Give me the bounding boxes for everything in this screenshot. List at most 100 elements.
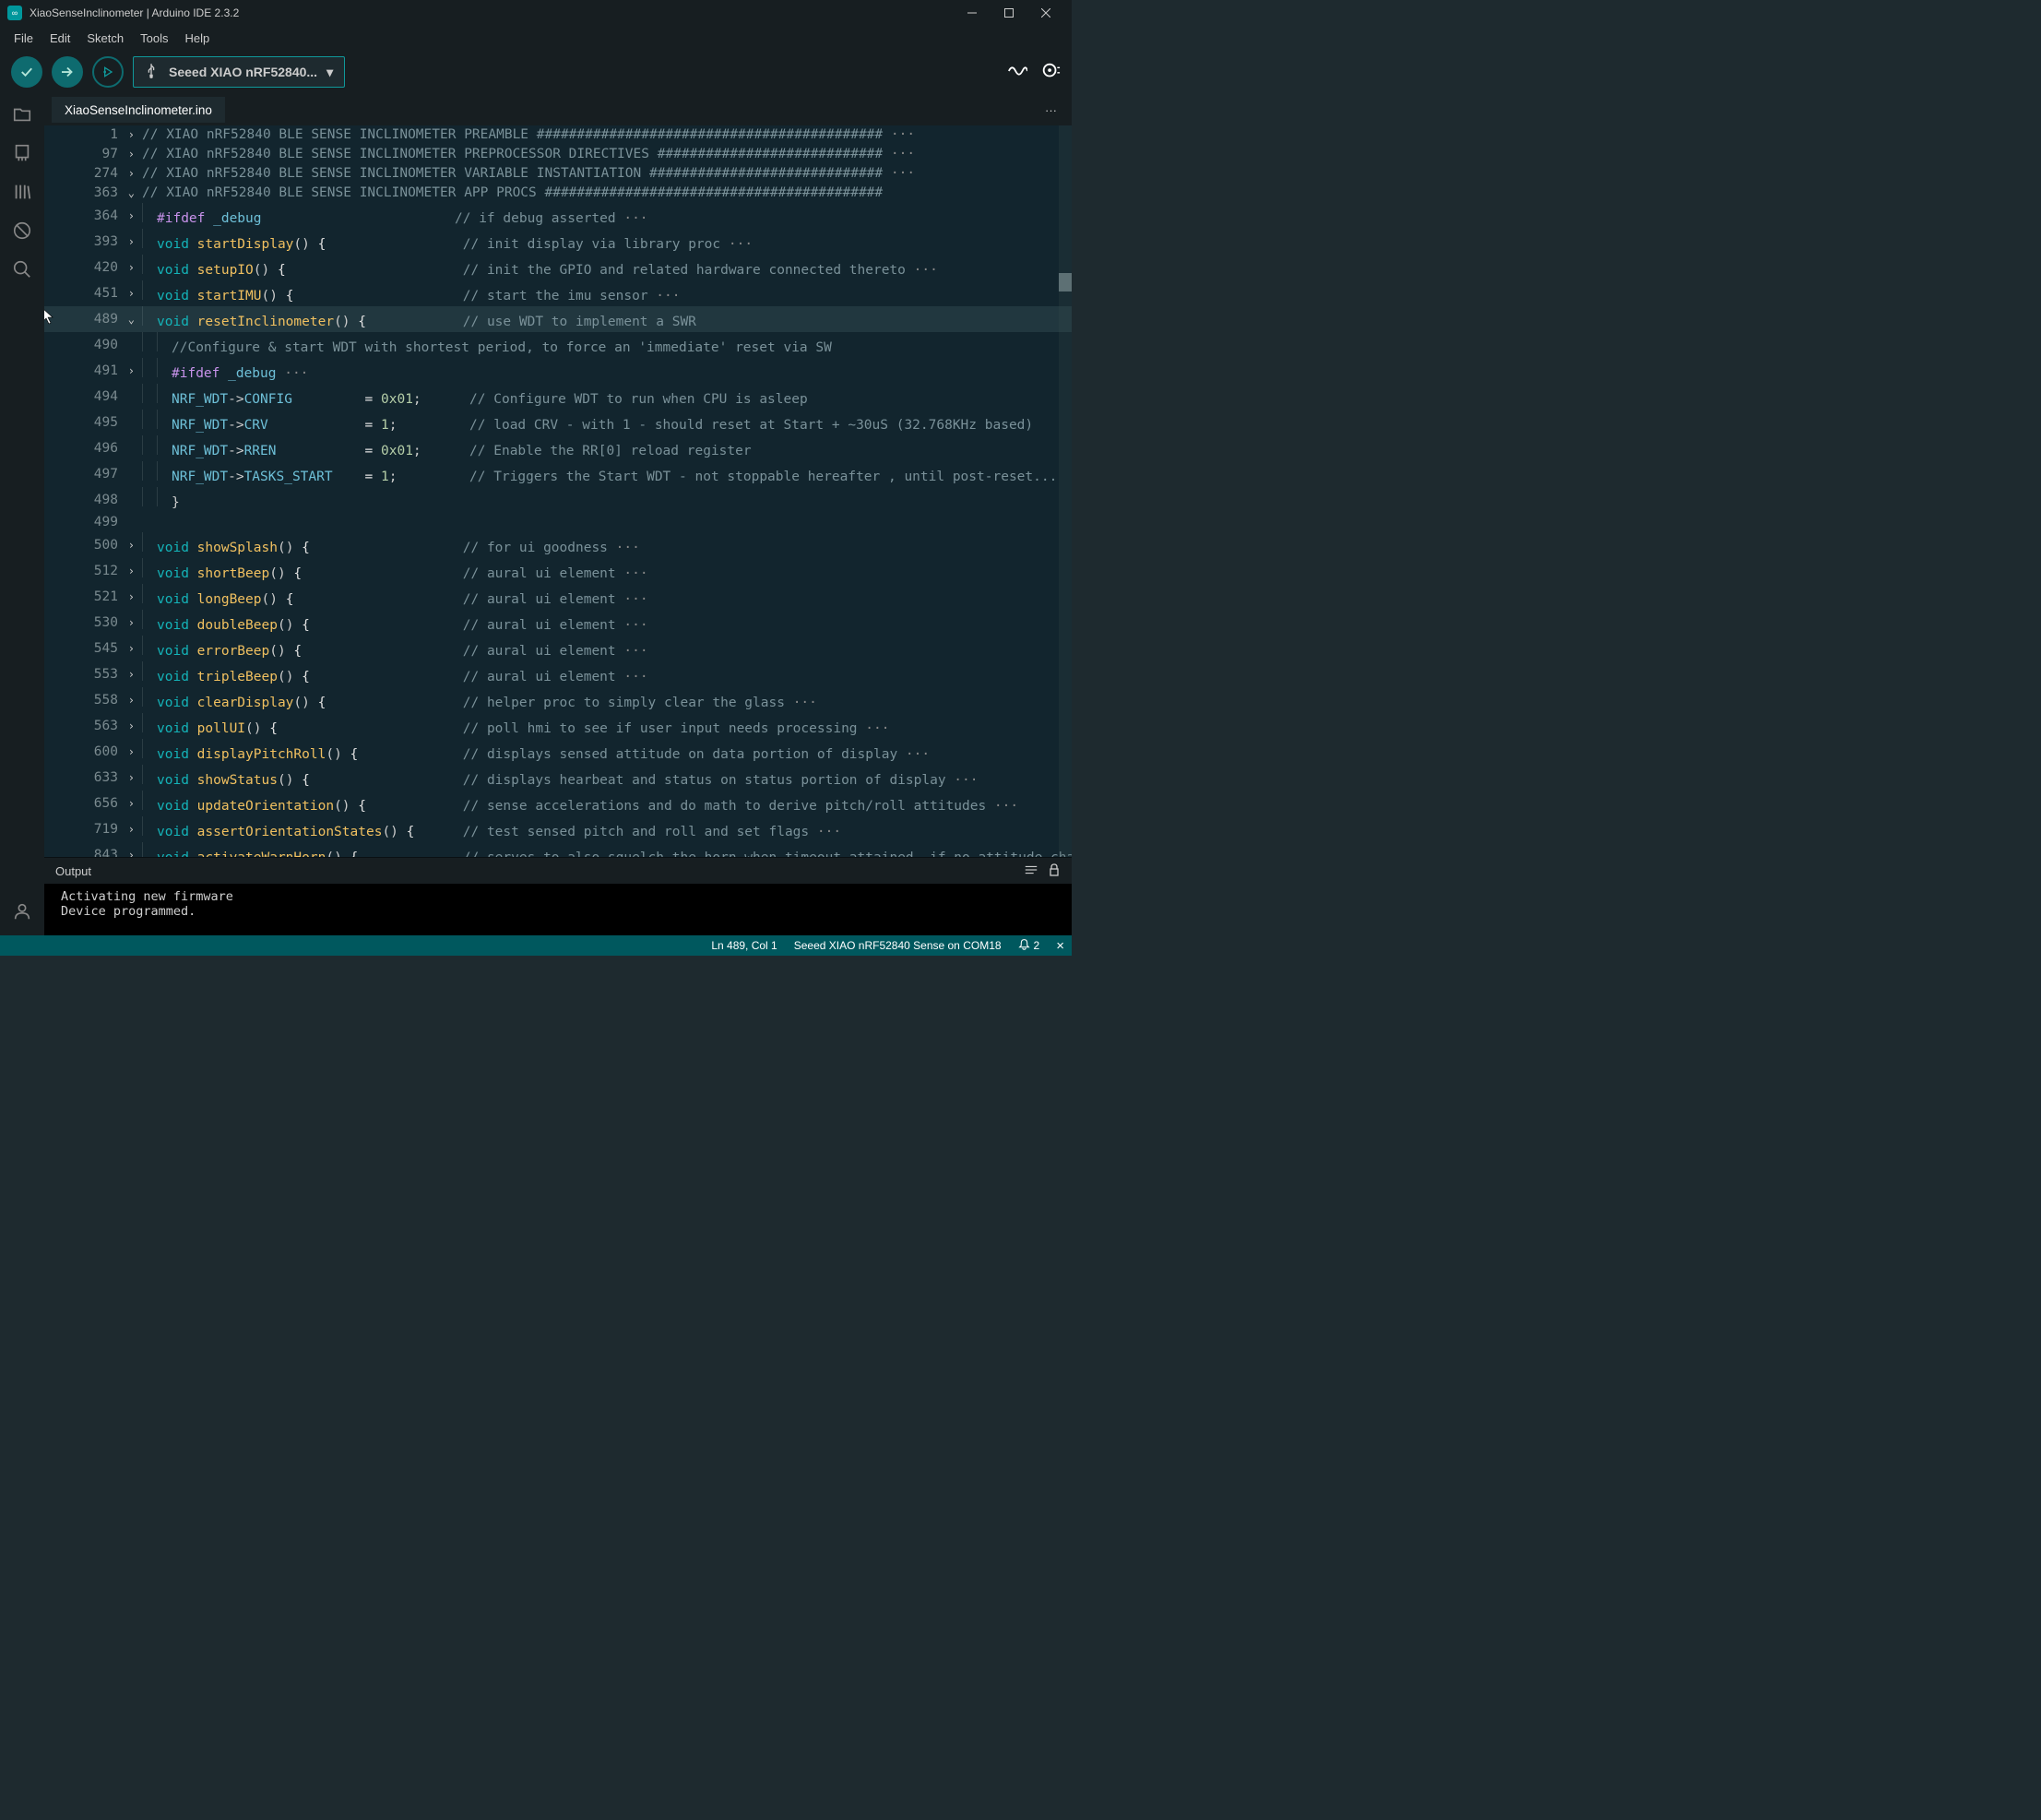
code-line[interactable]: 521›void longBeep() { // aural ui elemen… bbox=[44, 584, 1072, 610]
minimap[interactable] bbox=[1059, 125, 1072, 857]
statusbar: Ln 489, Col 1 Seeed XIAO nRF52840 Sense … bbox=[0, 935, 1072, 956]
fold-toggle[interactable]: ⌄ bbox=[122, 184, 135, 203]
fold-toggle[interactable]: › bbox=[122, 820, 135, 839]
code-line[interactable]: 656›void updateOrientation() { // sense … bbox=[44, 791, 1072, 816]
fold-toggle[interactable]: › bbox=[122, 562, 135, 581]
fold-toggle[interactable]: › bbox=[122, 232, 135, 252]
boards-manager-icon[interactable] bbox=[11, 142, 33, 164]
line-number: 491 bbox=[74, 362, 118, 381]
status-close-icon[interactable]: × bbox=[1056, 938, 1064, 954]
menu-edit[interactable]: Edit bbox=[42, 29, 78, 48]
fold-toggle[interactable]: ⌄ bbox=[122, 310, 135, 329]
serial-monitor-icon[interactable] bbox=[1040, 61, 1061, 84]
explorer-icon[interactable] bbox=[11, 103, 33, 125]
fold-toggle[interactable]: › bbox=[122, 768, 135, 788]
code-line[interactable]: 512›void shortBeep() { // aural ui eleme… bbox=[44, 558, 1072, 584]
output-line: Device programmed. bbox=[61, 904, 1055, 919]
code-line[interactable]: 558›void clearDisplay() { // helper proc… bbox=[44, 687, 1072, 713]
code-line[interactable]: 545›void errorBeep() { // aural ui eleme… bbox=[44, 636, 1072, 661]
maximize-button[interactable] bbox=[991, 0, 1027, 26]
code-editor[interactable]: 1›// XIAO nRF52840 BLE SENSE INCLINOMETE… bbox=[44, 125, 1072, 857]
minimap-thumb[interactable] bbox=[1059, 273, 1072, 291]
output-lock-icon[interactable] bbox=[1048, 863, 1061, 879]
code-line[interactable]: 494 NRF_WDT->CONFIG = 0x01; // Configure… bbox=[44, 384, 1072, 410]
status-cursor-pos[interactable]: Ln 489, Col 1 bbox=[711, 939, 777, 952]
fold-toggle[interactable]: › bbox=[122, 207, 135, 226]
status-notifications[interactable]: 2 bbox=[1018, 938, 1040, 953]
code-line[interactable]: 420›void setupIO() { // init the GPIO an… bbox=[44, 255, 1072, 280]
fold-toggle[interactable]: › bbox=[122, 691, 135, 710]
code-line[interactable]: 530›void doubleBeep() { // aural ui elem… bbox=[44, 610, 1072, 636]
close-button[interactable] bbox=[1027, 0, 1064, 26]
gutter: 496 bbox=[44, 435, 142, 461]
fold-toggle[interactable]: › bbox=[122, 588, 135, 607]
upload-button[interactable] bbox=[52, 56, 83, 88]
library-manager-icon[interactable] bbox=[11, 181, 33, 203]
tab-file[interactable]: XiaoSenseInclinometer.ino bbox=[52, 97, 225, 123]
search-icon[interactable] bbox=[11, 258, 33, 280]
menu-sketch[interactable]: Sketch bbox=[78, 29, 132, 48]
status-board[interactable]: Seeed XIAO nRF52840 Sense on COM18 bbox=[794, 939, 1002, 952]
minimize-button[interactable] bbox=[954, 0, 991, 26]
code-line[interactable]: 97›// XIAO nRF52840 BLE SENSE INCLINOMET… bbox=[44, 145, 1072, 164]
code-line[interactable]: 393›void startDisplay() { // init displa… bbox=[44, 229, 1072, 255]
fold-toggle[interactable]: › bbox=[122, 362, 135, 381]
line-number: 656 bbox=[74, 794, 118, 814]
fold-toggle[interactable]: › bbox=[122, 613, 135, 633]
line-number: 558 bbox=[74, 691, 118, 710]
fold-toggle[interactable]: › bbox=[122, 846, 135, 858]
code-line[interactable]: 274›// XIAO nRF52840 BLE SENSE INCLINOME… bbox=[44, 164, 1072, 184]
board-selector[interactable]: Seeed XIAO nRF52840... ▾ bbox=[133, 56, 345, 88]
line-content: #ifdef _debug // if debug asserted ··· bbox=[142, 203, 1072, 229]
fold-toggle[interactable]: › bbox=[122, 125, 135, 145]
code-line[interactable]: 563›void pollUI() { // poll hmi to see i… bbox=[44, 713, 1072, 739]
line-content: void startIMU() { // start the imu senso… bbox=[142, 280, 1072, 306]
serial-plotter-icon[interactable] bbox=[1007, 61, 1027, 84]
account-icon[interactable] bbox=[11, 900, 33, 922]
menu-help[interactable]: Help bbox=[176, 29, 218, 48]
debug-panel-icon[interactable] bbox=[11, 220, 33, 242]
line-content: //Configure & start WDT with shortest pe… bbox=[142, 332, 1072, 358]
bell-icon bbox=[1018, 938, 1030, 953]
gutter: 363⌄ bbox=[44, 184, 142, 203]
menu-file[interactable]: File bbox=[6, 29, 42, 48]
code-line[interactable]: 491›#ifdef _debug ··· bbox=[44, 358, 1072, 384]
code-line[interactable]: 496 NRF_WDT->RREN = 0x01; // Enable the … bbox=[44, 435, 1072, 461]
code-line[interactable]: 451›void startIMU() { // start the imu s… bbox=[44, 280, 1072, 306]
fold-toggle[interactable]: › bbox=[122, 639, 135, 659]
line-number: 719 bbox=[74, 820, 118, 839]
code-line[interactable]: 843›void activateWarnHorn() { // serves … bbox=[44, 842, 1072, 857]
debug-button[interactable] bbox=[92, 56, 124, 88]
code-line[interactable]: 500›void showSplash() { // for ui goodne… bbox=[44, 532, 1072, 558]
code-line[interactable]: 600›void displayPitchRoll() { // display… bbox=[44, 739, 1072, 765]
tab-overflow-icon[interactable]: ··· bbox=[1045, 103, 1072, 117]
code-line[interactable]: 499 bbox=[44, 513, 1072, 532]
code-line[interactable]: 633›void showStatus() { // displays hear… bbox=[44, 765, 1072, 791]
fold-toggle[interactable]: › bbox=[122, 794, 135, 814]
code-line[interactable]: 1›// XIAO nRF52840 BLE SENSE INCLINOMETE… bbox=[44, 125, 1072, 145]
code-line[interactable]: 490 //Configure & start WDT with shortes… bbox=[44, 332, 1072, 358]
editor-tabs: XiaoSenseInclinometer.ino ··· bbox=[44, 94, 1072, 125]
fold-toggle[interactable]: › bbox=[122, 145, 135, 164]
code-line[interactable]: 364›#ifdef _debug // if debug asserted ·… bbox=[44, 203, 1072, 229]
output-options-icon[interactable] bbox=[1024, 863, 1038, 879]
code-line[interactable]: 498 } bbox=[44, 487, 1072, 513]
output-body[interactable]: Activating new firmware Device programme… bbox=[44, 884, 1072, 935]
output-title: Output bbox=[55, 864, 91, 878]
verify-button[interactable] bbox=[11, 56, 42, 88]
code-line[interactable]: 553›void tripleBeep() { // aural ui elem… bbox=[44, 661, 1072, 687]
code-line[interactable]: 363⌄// XIAO nRF52840 BLE SENSE INCLINOME… bbox=[44, 184, 1072, 203]
fold-toggle[interactable]: › bbox=[122, 164, 135, 184]
code-line[interactable]: 489⌄void resetInclinometer() { // use WD… bbox=[44, 306, 1072, 332]
fold-toggle[interactable]: › bbox=[122, 284, 135, 303]
fold-toggle[interactable]: › bbox=[122, 743, 135, 762]
menu-tools[interactable]: Tools bbox=[132, 29, 176, 48]
gutter: 512› bbox=[44, 558, 142, 584]
fold-toggle[interactable]: › bbox=[122, 536, 135, 555]
code-line[interactable]: 495 NRF_WDT->CRV = 1; // load CRV - with… bbox=[44, 410, 1072, 435]
fold-toggle[interactable]: › bbox=[122, 258, 135, 278]
fold-toggle[interactable]: › bbox=[122, 717, 135, 736]
code-line[interactable]: 497 NRF_WDT->TASKS_START = 1; // Trigger… bbox=[44, 461, 1072, 487]
code-line[interactable]: 719›void assertOrientationStates() { // … bbox=[44, 816, 1072, 842]
fold-toggle[interactable]: › bbox=[122, 665, 135, 684]
